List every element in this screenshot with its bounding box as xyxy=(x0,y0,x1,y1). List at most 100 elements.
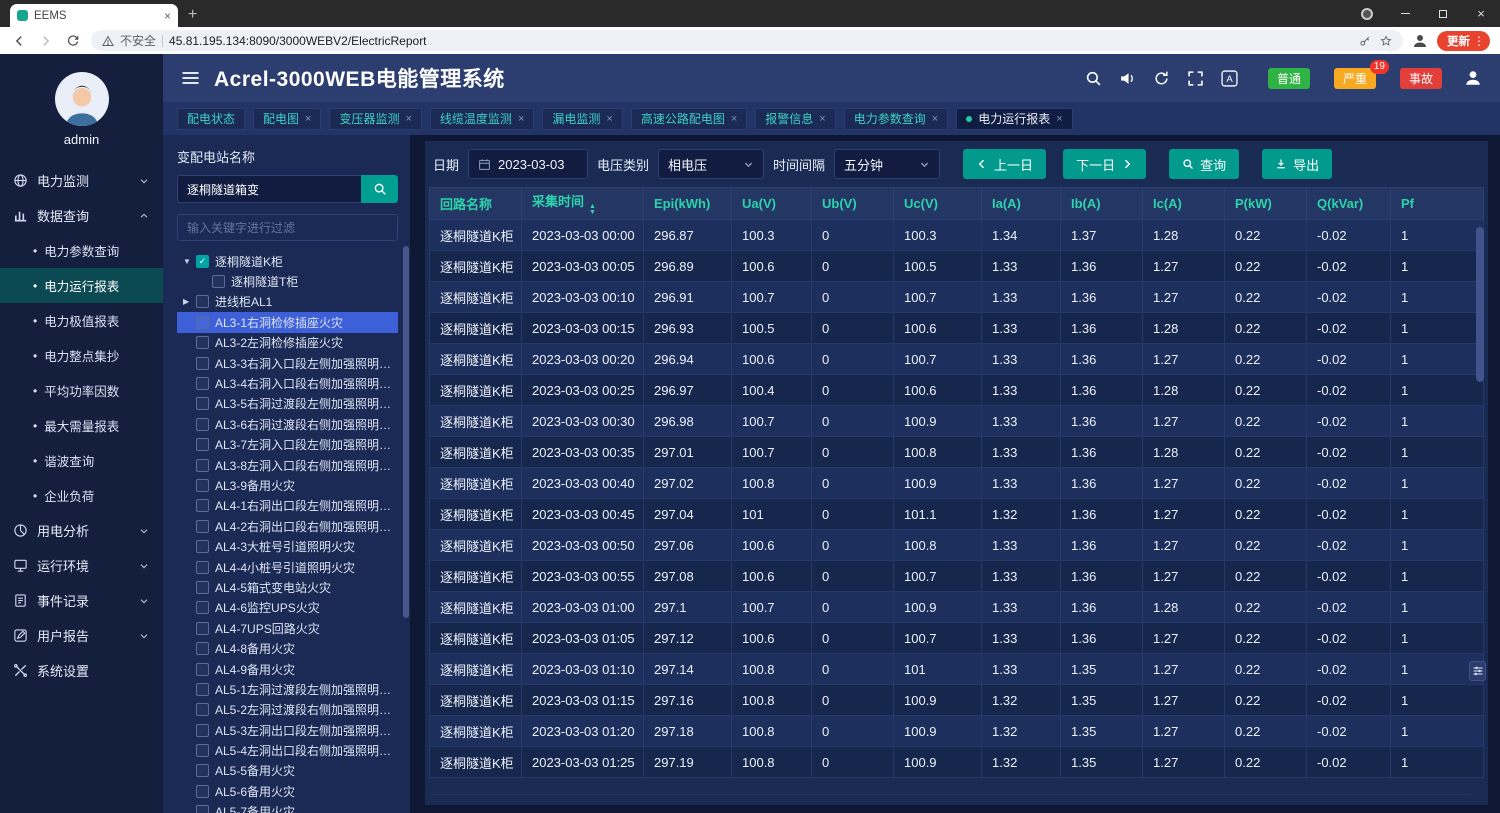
speaker-icon[interactable] xyxy=(1119,70,1136,87)
sidebar-item[interactable]: 数据查询 xyxy=(0,198,163,233)
sort-icon[interactable]: ▲▼ xyxy=(589,204,596,216)
tree-node[interactable]: AL3-5右洞过渡段左侧加强照明火灾 xyxy=(177,394,398,414)
tree-node[interactable]: AL4-9备用火灾 xyxy=(177,659,398,679)
table-row[interactable]: 逐桐隧道K柜2023-03-03 00:55297.08100.60100.71… xyxy=(430,561,1484,592)
tree-checkbox[interactable] xyxy=(196,377,209,390)
tree-node[interactable]: AL3-9备用火灾 xyxy=(177,475,398,495)
table-row[interactable]: 逐桐隧道K柜2023-03-03 00:40297.02100.80100.91… xyxy=(430,468,1484,499)
tree-checkbox[interactable] xyxy=(212,275,225,288)
column-header[interactable]: Ic(A) xyxy=(1143,188,1225,220)
column-header[interactable]: Q(kVar) xyxy=(1307,188,1391,220)
tree-node[interactable]: AL3-8左洞入口段右侧加强照明火灾 xyxy=(177,455,398,475)
table-row[interactable]: 逐桐隧道K柜2023-03-03 00:00296.87100.30100.31… xyxy=(430,220,1484,251)
tree-node[interactable]: AL3-4右洞入口段右侧加强照明火灾 xyxy=(177,373,398,393)
tree-checkbox[interactable] xyxy=(196,357,209,370)
back-button[interactable] xyxy=(10,32,28,50)
close-tab-icon[interactable]: × xyxy=(305,113,311,125)
sidebar-item[interactable]: 事件记录 xyxy=(0,583,163,618)
tree-node[interactable]: AL4-4小桩号引道照明火灾 xyxy=(177,557,398,577)
column-header[interactable]: 回路名称 xyxy=(430,188,522,220)
prev-day-button[interactable]: 上一日 xyxy=(963,149,1046,179)
menu-toggle-icon[interactable] xyxy=(181,70,200,86)
voltage-type-select[interactable]: 相电压 xyxy=(658,149,764,179)
sidebar-subitem[interactable]: •平均功率因数 xyxy=(0,373,163,408)
table-row[interactable]: 逐桐隧道K柜2023-03-03 00:20296.94100.60100.71… xyxy=(430,344,1484,375)
tree-node[interactable]: AL5-1左洞过渡段左侧加强照明火灾 xyxy=(177,679,398,699)
tree-checkbox[interactable] xyxy=(196,764,209,777)
tree-checkbox[interactable] xyxy=(196,438,209,451)
browser-menu-dots-icon[interactable]: ⋮ xyxy=(1473,34,1485,48)
close-tab-icon[interactable]: × xyxy=(405,113,411,125)
tree-node[interactable]: 逐桐隧道T柜 xyxy=(177,271,398,291)
tree-node[interactable]: AL3-2左洞检修插座火灾 xyxy=(177,333,398,353)
sidebar-subitem[interactable]: •谐波查询 xyxy=(0,443,163,478)
table-row[interactable]: 逐桐隧道K柜2023-03-03 01:05297.12100.60100.71… xyxy=(430,623,1484,654)
tree-checkbox[interactable] xyxy=(196,561,209,574)
station-search-input[interactable] xyxy=(177,175,361,203)
sidebar-item[interactable]: 系统设置 xyxy=(0,653,163,688)
table-row[interactable]: 逐桐隧道K柜2023-03-03 00:30296.98100.70100.91… xyxy=(430,406,1484,437)
tree-checkbox[interactable] xyxy=(196,581,209,594)
workspace-tab-0[interactable]: 配电状态 xyxy=(177,108,245,130)
column-header[interactable]: Ua(V) xyxy=(732,188,812,220)
tree-checkbox[interactable] xyxy=(196,642,209,655)
sidebar-item[interactable]: 用户报告 xyxy=(0,618,163,653)
tree-checkbox[interactable] xyxy=(196,805,209,813)
bookmark-star-icon[interactable] xyxy=(1380,35,1392,47)
station-search-button[interactable] xyxy=(361,175,398,203)
tree-checkbox[interactable] xyxy=(196,316,209,329)
table-row[interactable]: 逐桐隧道K柜2023-03-03 00:35297.01100.70100.81… xyxy=(430,437,1484,468)
tree-checkbox[interactable] xyxy=(196,499,209,512)
workspace-tab-6[interactable]: 报警信息× xyxy=(755,108,835,130)
tree-checkbox[interactable] xyxy=(196,744,209,757)
close-window-button[interactable]: × xyxy=(1462,0,1500,27)
translate-icon[interactable]: A xyxy=(1221,70,1238,87)
browser-profile-icon[interactable] xyxy=(1412,33,1428,49)
maximize-window-button[interactable] xyxy=(1424,0,1462,27)
sidebar-item[interactable]: 电力监测 xyxy=(0,163,163,198)
workspace-tab-2[interactable]: 变压器监测× xyxy=(329,108,421,130)
sidebar-subitem[interactable]: •电力极值报表 xyxy=(0,303,163,338)
tree-node[interactable]: AL4-2右洞出口段右侧加强照明火灾 xyxy=(177,516,398,536)
workspace-tab-5[interactable]: 高速公路配电图× xyxy=(631,108,747,130)
tree-collapsed-icon[interactable]: ▶ xyxy=(183,297,196,306)
tree-checkbox[interactable] xyxy=(196,724,209,737)
tree-checkbox[interactable] xyxy=(196,663,209,676)
new-tab-button[interactable]: + xyxy=(188,6,197,24)
date-picker[interactable]: 2023-03-03 xyxy=(468,149,588,179)
close-tab-icon[interactable]: × xyxy=(606,113,612,125)
tree-checkbox[interactable] xyxy=(196,703,209,716)
sidebar-subitem[interactable]: •电力参数查询 xyxy=(0,233,163,268)
workspace-tab-8[interactable]: 电力运行报表× xyxy=(956,108,1072,130)
tree-filter-input[interactable] xyxy=(177,214,398,241)
column-header[interactable]: Ub(V) xyxy=(812,188,894,220)
tree-node[interactable]: AL4-7UPS回路火灾 xyxy=(177,618,398,638)
tree-node[interactable]: AL5-5备用火灾 xyxy=(177,761,398,781)
tree-node[interactable]: ▶进线柜AL1 xyxy=(177,292,398,312)
close-tab-icon[interactable]: × xyxy=(518,113,524,125)
sidebar-subitem[interactable]: •企业负荷 xyxy=(0,478,163,513)
table-row[interactable]: 逐桐隧道K柜2023-03-03 01:15297.16100.80100.91… xyxy=(430,685,1484,716)
close-tab-icon[interactable]: × xyxy=(731,113,737,125)
table-row[interactable]: 逐桐隧道K柜2023-03-03 00:10296.91100.70100.71… xyxy=(430,282,1484,313)
column-header[interactable]: P(kW) xyxy=(1225,188,1307,220)
browser-update-button[interactable]: 更新 ⋮ xyxy=(1437,31,1490,51)
column-header[interactable]: 采集时间▲▼ xyxy=(522,188,644,220)
next-day-button[interactable]: 下一日 xyxy=(1063,149,1146,179)
alarm-badge-serious[interactable]: 严重19 xyxy=(1334,68,1376,89)
close-tab-icon[interactable]: × xyxy=(819,113,825,125)
export-button[interactable]: 导出 xyxy=(1262,149,1332,179)
forward-button[interactable] xyxy=(37,32,55,50)
table-row[interactable]: 逐桐隧道K柜2023-03-03 00:45297.041010101.11.3… xyxy=(430,499,1484,530)
tree-node[interactable]: AL4-8备用火灾 xyxy=(177,638,398,658)
workspace-tab-7[interactable]: 电力参数查询× xyxy=(844,108,948,130)
tree-checkbox[interactable] xyxy=(196,785,209,798)
tree-checkbox[interactable]: ✓ xyxy=(196,255,209,268)
tree-node[interactable]: AL5-2左洞过渡段右侧加强照明火灾 xyxy=(177,700,398,720)
table-row[interactable]: 逐桐隧道K柜2023-03-03 00:15296.93100.50100.61… xyxy=(430,313,1484,344)
sidebar-subitem[interactable]: •电力整点集抄 xyxy=(0,338,163,373)
table-settings-toggle[interactable] xyxy=(1469,661,1486,681)
tree-checkbox[interactable] xyxy=(196,479,209,492)
column-header[interactable]: Ib(A) xyxy=(1061,188,1143,220)
workspace-tab-1[interactable]: 配电图× xyxy=(253,108,321,130)
